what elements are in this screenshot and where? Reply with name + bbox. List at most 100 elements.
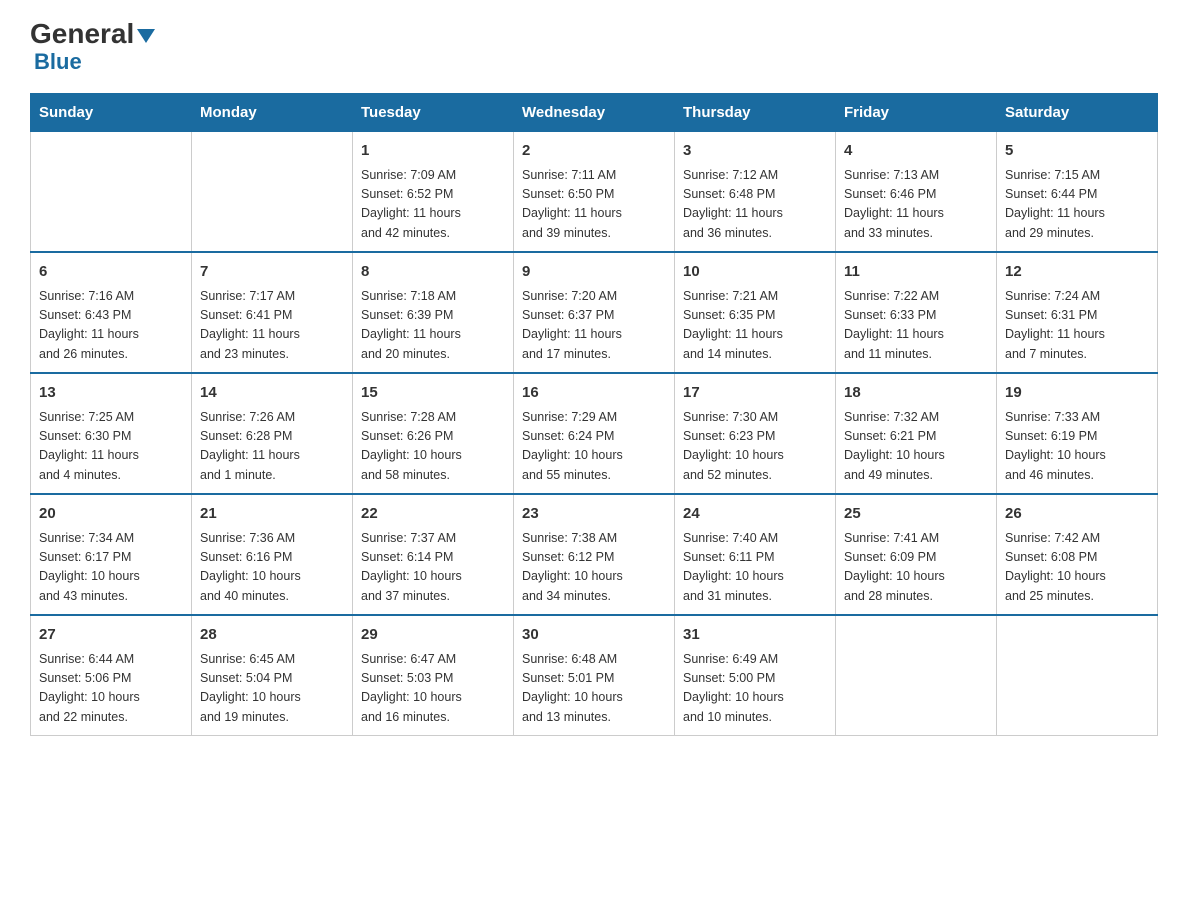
day-info: Sunrise: 7:26 AM Sunset: 6:28 PM Dayligh…: [200, 408, 344, 486]
day-info: Sunrise: 7:20 AM Sunset: 6:37 PM Dayligh…: [522, 287, 666, 365]
calendar-day-cell: 22 Sunrise: 7:37 AM Sunset: 6:14 PM Dayli…: [353, 494, 514, 615]
day-info: Sunrise: 7:25 AM Sunset: 6:30 PM Dayligh…: [39, 408, 183, 486]
day-number: 31: [683, 624, 827, 647]
day-number: 14: [200, 382, 344, 405]
calendar-table: SundayMondayTuesdayWednesdayThursdayFrid…: [30, 93, 1158, 736]
day-number: 16: [522, 382, 666, 405]
calendar-week-row: 27Sunrise: 6:44 AM Sunset: 5:06 PM Dayli…: [31, 615, 1158, 736]
day-info: Sunrise: 7:11 AM Sunset: 6:50 PM Dayligh…: [522, 166, 666, 244]
day-number: 24: [683, 503, 827, 526]
day-number: 4: [844, 140, 988, 163]
calendar-day-cell: 17Sunrise: 7:30 AM Sunset: 6:23 PM Dayli…: [675, 373, 836, 494]
day-number: 5: [1005, 140, 1149, 163]
calendar-day-cell: 25 Sunrise: 7:41 AM Sunset: 6:09 PM Dayli…: [836, 494, 997, 615]
day-number: 19: [1005, 382, 1149, 405]
calendar-day-cell: 7 Sunrise: 7:17 AM Sunset: 6:41 PM Daylig…: [192, 252, 353, 373]
calendar-week-row: 1 Sunrise: 7:09 AM Sunset: 6:52 PM Daylig…: [31, 132, 1158, 253]
day-info: Sunrise: 7:38 AM Sunset: 6:12 PM Dayligh…: [522, 529, 666, 607]
day-info: Sunrise: 7:29 AM Sunset: 6:24 PM Dayligh…: [522, 408, 666, 486]
calendar-weekday-header: Tuesday: [353, 94, 514, 132]
day-number: 13: [39, 382, 183, 405]
calendar-header-row: SundayMondayTuesdayWednesdayThursdayFrid…: [31, 94, 1158, 132]
day-info: Sunrise: 7:22 AM Sunset: 6:33 PM Dayligh…: [844, 287, 988, 365]
day-info: Sunrise: 7:36 AM Sunset: 6:16 PM Dayligh…: [200, 529, 344, 607]
day-info: Sunrise: 6:44 AM Sunset: 5:06 PM Dayligh…: [39, 650, 183, 728]
calendar-day-cell: 28 Sunrise: 6:45 AM Sunset: 5:04 PM Dayli…: [192, 615, 353, 736]
calendar-day-cell: 21 Sunrise: 7:36 AM Sunset: 6:16 PM Dayli…: [192, 494, 353, 615]
calendar-weekday-header: Wednesday: [514, 94, 675, 132]
calendar-day-cell: 8 Sunrise: 7:18 AM Sunset: 6:39 PM Daylig…: [353, 252, 514, 373]
day-info: Sunrise: 6:48 AM Sunset: 5:01 PM Dayligh…: [522, 650, 666, 728]
calendar-day-cell: 1 Sunrise: 7:09 AM Sunset: 6:52 PM Daylig…: [353, 132, 514, 253]
calendar-day-cell: [192, 132, 353, 253]
calendar-day-cell: 12Sunrise: 7:24 AM Sunset: 6:31 PM Dayli…: [997, 252, 1158, 373]
day-info: Sunrise: 7:17 AM Sunset: 6:41 PM Dayligh…: [200, 287, 344, 365]
calendar-day-cell: 20Sunrise: 7:34 AM Sunset: 6:17 PM Dayli…: [31, 494, 192, 615]
day-number: 29: [361, 624, 505, 647]
calendar-weekday-header: Saturday: [997, 94, 1158, 132]
day-info: Sunrise: 7:18 AM Sunset: 6:39 PM Dayligh…: [361, 287, 505, 365]
day-number: 3: [683, 140, 827, 163]
calendar-day-cell: 31Sunrise: 6:49 AM Sunset: 5:00 PM Dayli…: [675, 615, 836, 736]
calendar-day-cell: 4 Sunrise: 7:13 AM Sunset: 6:46 PM Daylig…: [836, 132, 997, 253]
day-info: Sunrise: 7:32 AM Sunset: 6:21 PM Dayligh…: [844, 408, 988, 486]
day-number: 9: [522, 261, 666, 284]
calendar-day-cell: [836, 615, 997, 736]
calendar-day-cell: 27Sunrise: 6:44 AM Sunset: 5:06 PM Dayli…: [31, 615, 192, 736]
logo-triangle-icon: [137, 29, 155, 43]
calendar-week-row: 13 Sunrise: 7:25 AM Sunset: 6:30 PM Dayli…: [31, 373, 1158, 494]
calendar-day-cell: 5 Sunrise: 7:15 AM Sunset: 6:44 PM Daylig…: [997, 132, 1158, 253]
calendar-day-cell: 13 Sunrise: 7:25 AM Sunset: 6:30 PM Dayli…: [31, 373, 192, 494]
day-info: Sunrise: 7:12 AM Sunset: 6:48 PM Dayligh…: [683, 166, 827, 244]
calendar-weekday-header: Monday: [192, 94, 353, 132]
day-info: Sunrise: 7:37 AM Sunset: 6:14 PM Dayligh…: [361, 529, 505, 607]
calendar-day-cell: 9 Sunrise: 7:20 AM Sunset: 6:37 PM Daylig…: [514, 252, 675, 373]
day-number: 6: [39, 261, 183, 284]
day-info: Sunrise: 7:16 AM Sunset: 6:43 PM Dayligh…: [39, 287, 183, 365]
calendar-day-cell: 15 Sunrise: 7:28 AM Sunset: 6:26 PM Dayli…: [353, 373, 514, 494]
calendar-week-row: 6 Sunrise: 7:16 AM Sunset: 6:43 PM Daylig…: [31, 252, 1158, 373]
day-number: 30: [522, 624, 666, 647]
calendar-day-cell: 14 Sunrise: 7:26 AM Sunset: 6:28 PM Dayli…: [192, 373, 353, 494]
calendar-day-cell: 18 Sunrise: 7:32 AM Sunset: 6:21 PM Dayli…: [836, 373, 997, 494]
calendar-weekday-header: Friday: [836, 94, 997, 132]
logo-blue-text: Blue: [34, 49, 82, 75]
day-number: 10: [683, 261, 827, 284]
calendar-day-cell: 26Sunrise: 7:42 AM Sunset: 6:08 PM Dayli…: [997, 494, 1158, 615]
day-number: 22: [361, 503, 505, 526]
day-info: Sunrise: 7:41 AM Sunset: 6:09 PM Dayligh…: [844, 529, 988, 607]
calendar-week-row: 20Sunrise: 7:34 AM Sunset: 6:17 PM Dayli…: [31, 494, 1158, 615]
day-number: 15: [361, 382, 505, 405]
day-info: Sunrise: 7:21 AM Sunset: 6:35 PM Dayligh…: [683, 287, 827, 365]
day-number: 18: [844, 382, 988, 405]
calendar-day-cell: 19 Sunrise: 7:33 AM Sunset: 6:19 PM Dayli…: [997, 373, 1158, 494]
logo-general-text: General: [30, 20, 134, 48]
day-number: 1: [361, 140, 505, 163]
day-number: 7: [200, 261, 344, 284]
day-info: Sunrise: 7:33 AM Sunset: 6:19 PM Dayligh…: [1005, 408, 1149, 486]
day-number: 11: [844, 261, 988, 284]
logo: General Blue: [30, 20, 155, 75]
calendar-day-cell: [31, 132, 192, 253]
calendar-weekday-header: Sunday: [31, 94, 192, 132]
day-info: Sunrise: 7:09 AM Sunset: 6:52 PM Dayligh…: [361, 166, 505, 244]
day-info: Sunrise: 6:45 AM Sunset: 5:04 PM Dayligh…: [200, 650, 344, 728]
day-number: 25: [844, 503, 988, 526]
calendar-day-cell: 29Sunrise: 6:47 AM Sunset: 5:03 PM Dayli…: [353, 615, 514, 736]
day-number: 2: [522, 140, 666, 163]
day-info: Sunrise: 7:30 AM Sunset: 6:23 PM Dayligh…: [683, 408, 827, 486]
day-info: Sunrise: 7:13 AM Sunset: 6:46 PM Dayligh…: [844, 166, 988, 244]
calendar-day-cell: 16 Sunrise: 7:29 AM Sunset: 6:24 PM Dayli…: [514, 373, 675, 494]
calendar-day-cell: 23Sunrise: 7:38 AM Sunset: 6:12 PM Dayli…: [514, 494, 675, 615]
day-info: Sunrise: 7:28 AM Sunset: 6:26 PM Dayligh…: [361, 408, 505, 486]
calendar-day-cell: 3 Sunrise: 7:12 AM Sunset: 6:48 PM Daylig…: [675, 132, 836, 253]
day-info: Sunrise: 7:15 AM Sunset: 6:44 PM Dayligh…: [1005, 166, 1149, 244]
day-number: 21: [200, 503, 344, 526]
calendar-day-cell: 24 Sunrise: 7:40 AM Sunset: 6:11 PM Dayli…: [675, 494, 836, 615]
page-header: General Blue: [30, 20, 1158, 75]
day-info: Sunrise: 7:40 AM Sunset: 6:11 PM Dayligh…: [683, 529, 827, 607]
day-number: 8: [361, 261, 505, 284]
calendar-day-cell: 30 Sunrise: 6:48 AM Sunset: 5:01 PM Dayli…: [514, 615, 675, 736]
day-number: 26: [1005, 503, 1149, 526]
day-number: 28: [200, 624, 344, 647]
